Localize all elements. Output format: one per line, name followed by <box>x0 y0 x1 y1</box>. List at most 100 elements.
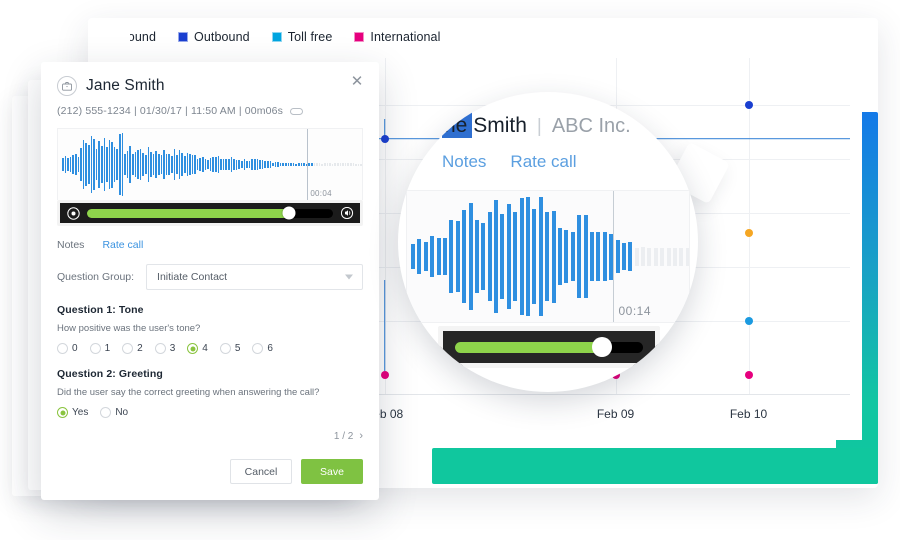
next-page-icon[interactable]: › <box>359 430 363 442</box>
radio-option[interactable]: 6 <box>252 343 273 354</box>
radio-icon[interactable] <box>154 343 166 354</box>
magnified-waveform-bar <box>538 197 543 316</box>
radio-option-selected[interactable]: Yes <box>57 407 88 418</box>
close-icon[interactable]: ✕ <box>349 74 365 90</box>
volume-icon[interactable] <box>340 206 354 220</box>
call-meta: (212) 555-1234 | 01/30/17 | 11:50 AM | 0… <box>57 105 363 117</box>
waveform-bar <box>228 158 230 171</box>
data-point-tollfree[interactable] <box>744 316 753 325</box>
data-point-inbound[interactable] <box>744 229 753 238</box>
waveform-bar <box>196 158 199 171</box>
legend-item-inbound[interactable]: Inbound <box>130 30 156 44</box>
legend-item-tollfree[interactable]: Toll free <box>271 30 333 44</box>
audio-player[interactable] <box>57 200 363 226</box>
waveform-bar <box>62 157 64 172</box>
waveform-bar <box>85 142 87 187</box>
legend-label: Outbound <box>194 30 250 44</box>
seek-knob[interactable] <box>282 206 296 220</box>
waveform-bar <box>69 157 72 172</box>
radio-option[interactable]: 2 <box>122 343 143 354</box>
waveform-bar <box>298 163 300 166</box>
radio-icon[interactable] <box>57 343 68 354</box>
radio-label: 3 <box>169 343 176 354</box>
play-circle-icon[interactable] <box>66 206 80 220</box>
magnified-waveform-bar <box>653 247 658 266</box>
magnified-waveform-bar <box>506 204 511 309</box>
waveform-bar <box>111 141 113 188</box>
magnified-tab-rate-call[interactable]: Rate call <box>510 152 576 172</box>
magnified-waveform-bar <box>570 231 575 282</box>
waveform[interactable]: 00:04 <box>57 128 363 200</box>
question-2-prompt: Did the user say the correct greeting wh… <box>57 387 320 398</box>
tab-notes[interactable]: Notes <box>57 239 84 251</box>
magnified-seek-fill <box>455 341 602 353</box>
magnified-playhead[interactable] <box>612 191 614 322</box>
seek-slider[interactable] <box>87 206 333 220</box>
tab-rate-call[interactable]: Rate call <box>102 239 143 251</box>
radio-option[interactable]: 0 <box>57 343 78 354</box>
waveform-bar <box>318 163 321 166</box>
waveform-playhead[interactable] <box>307 129 309 200</box>
radio-icon[interactable] <box>122 343 134 354</box>
waveform-bar <box>139 149 142 180</box>
legend-item-international[interactable]: International <box>354 30 440 44</box>
waveform-bar <box>82 139 85 190</box>
waveform-bar <box>199 158 202 171</box>
waveform-bar <box>272 162 274 167</box>
seek-fill <box>87 208 289 218</box>
radio-icon[interactable] <box>219 343 231 354</box>
waveform-bar <box>108 140 111 189</box>
waveform-bar <box>77 156 80 173</box>
data-point-international[interactable] <box>380 370 389 379</box>
cancel-button[interactable]: Cancel <box>230 459 292 484</box>
legend-swatch-icon <box>271 32 282 42</box>
magnified-waveform-bar <box>577 215 582 298</box>
waveform-bar <box>308 162 310 167</box>
waveform-bar <box>233 159 235 170</box>
waveform-bar <box>347 163 349 166</box>
radio-option-selected[interactable]: 4 <box>187 343 208 354</box>
waveform-time-label: 00:04 <box>310 189 332 198</box>
radio-option[interactable]: No <box>100 407 128 418</box>
magnified-seek-slider[interactable] <box>455 337 643 357</box>
magnified-waveform[interactable]: 00:14 <box>406 190 690 323</box>
magnified-divider: | <box>536 116 542 137</box>
radio-icon[interactable] <box>89 343 101 354</box>
waveform-bar <box>95 148 98 181</box>
legend-label: Toll free <box>287 30 333 44</box>
radio-option[interactable]: 5 <box>219 343 240 354</box>
modal-header: Jane Smith ✕ (212) 555-1234 | 01/30/17 |… <box>57 74 365 117</box>
radio-label: 4 <box>202 343 208 354</box>
magnified-audio-player[interactable] <box>438 326 660 368</box>
magnified-waveform-bar <box>673 247 678 266</box>
radio-label: 1 <box>104 343 111 354</box>
waveform-bar <box>215 157 217 172</box>
radio-icon[interactable] <box>100 407 112 418</box>
waveform-bar <box>145 154 147 175</box>
radio-icon[interactable] <box>187 343 199 354</box>
waveform-bar <box>93 138 95 191</box>
magnified-waveform-bar <box>417 239 422 274</box>
waveform-bar <box>209 157 212 172</box>
magnified-tab-notes[interactable]: Notes <box>442 152 486 172</box>
data-point-outbound[interactable] <box>744 101 753 110</box>
magnified-seek-knob[interactable] <box>591 337 612 357</box>
waveform-bar <box>357 163 360 166</box>
radio-icon[interactable] <box>57 407 68 418</box>
waveform-bar <box>287 162 290 167</box>
waveform-bar <box>124 154 126 175</box>
radio-option[interactable]: 3 <box>154 343 176 354</box>
question-group-value: Initiate Contact <box>157 271 228 283</box>
waveform-bar <box>282 163 285 166</box>
waveform-bar <box>189 154 191 175</box>
waveform-bar <box>342 162 344 167</box>
radio-option[interactable]: 1 <box>89 343 111 354</box>
radio-icon[interactable] <box>252 343 264 354</box>
question-group-select[interactable]: Initiate Contact <box>146 264 363 290</box>
data-point-outbound[interactable] <box>380 134 389 143</box>
waveform-bar <box>246 161 248 168</box>
waveform-bar <box>100 145 103 184</box>
legend-item-outbound[interactable]: Outbound <box>178 30 250 44</box>
data-point-international[interactable] <box>744 370 753 379</box>
save-button[interactable]: Save <box>301 459 363 484</box>
